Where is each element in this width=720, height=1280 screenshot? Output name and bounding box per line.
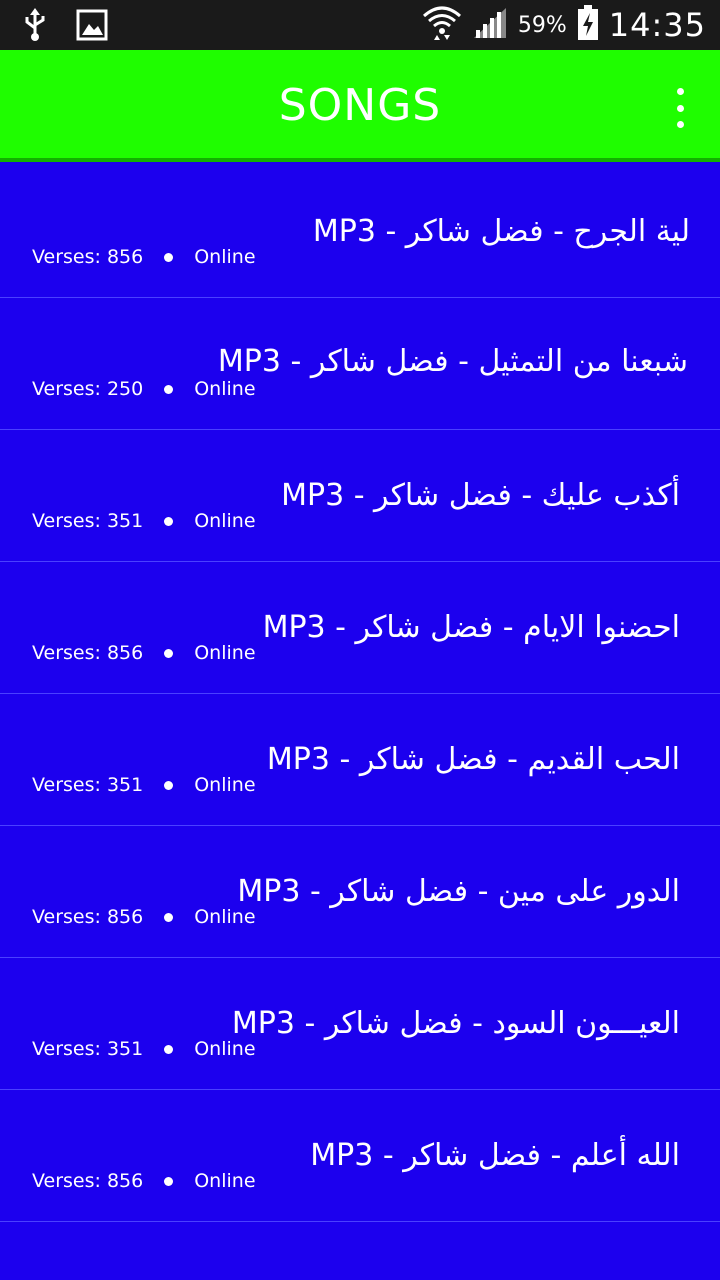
list-item[interactable]: لية الجرح - فضل شاكر - MP3 Verses: 856 O… <box>0 166 720 298</box>
status-label: Online <box>194 1170 256 1192</box>
verses-count: Verses: 250 <box>32 378 144 400</box>
status-label: Online <box>194 246 256 268</box>
overflow-menu-icon[interactable] <box>670 88 690 128</box>
song-meta: Verses: 351 Online <box>32 510 256 532</box>
status-label: Online <box>194 642 256 664</box>
verses-count: Verses: 351 <box>32 1038 144 1060</box>
song-meta: Verses: 250 Online <box>32 378 256 400</box>
song-title: شبعنا من التمثيل - فضل شاكر - MP3 <box>217 344 688 379</box>
song-title: احضنوا الايام - فضل شاكر - MP3 <box>262 610 680 645</box>
song-meta: Verses: 856 Online <box>32 906 256 928</box>
separator-dot <box>164 516 174 526</box>
verses-count: Verses: 351 <box>32 510 144 532</box>
app-bar: SONGS <box>0 50 720 162</box>
song-meta: Verses: 351 Online <box>32 774 256 796</box>
list-item[interactable]: الله أعلم - فضل شاكر - MP3 Verses: 856 O… <box>0 1090 720 1222</box>
verses-count: Verses: 856 <box>32 906 144 928</box>
song-list: لية الجرح - فضل شاكر - MP3 Verses: 856 O… <box>0 166 720 1222</box>
list-item[interactable]: احضنوا الايام - فضل شاكر - MP3 Verses: 8… <box>0 562 720 694</box>
song-meta: Verses: 351 Online <box>32 1038 256 1060</box>
verses-count: Verses: 856 <box>32 246 144 268</box>
status-label: Online <box>194 510 256 532</box>
song-meta: Verses: 856 Online <box>32 1170 256 1192</box>
separator-dot <box>164 1044 174 1054</box>
separator-dot <box>164 252 174 262</box>
wifi-icon <box>422 4 462 46</box>
separator-dot <box>164 780 174 790</box>
separator-dot <box>164 648 174 658</box>
status-label: Online <box>194 774 256 796</box>
separator-dot <box>164 1176 174 1186</box>
song-meta: Verses: 856 Online <box>32 642 256 664</box>
song-meta: Verses: 856 Online <box>32 246 256 268</box>
verses-count: Verses: 856 <box>32 1170 144 1192</box>
usb-icon <box>22 8 48 46</box>
page-title: SONGS <box>278 80 442 131</box>
list-item[interactable]: أكذب عليك - فضل شاكر - MP3 Verses: 351 O… <box>0 430 720 562</box>
list-item[interactable]: شبعنا من التمثيل - فضل شاكر - MP3 Verses… <box>0 298 720 430</box>
song-title: لية الجرح - فضل شاكر - MP3 <box>312 214 690 249</box>
battery-percent: 59% <box>517 12 567 38</box>
song-title: أكذب عليك - فضل شاكر - MP3 <box>281 478 680 513</box>
song-title: الله أعلم - فضل شاكر - MP3 <box>310 1138 680 1173</box>
status-label: Online <box>194 906 256 928</box>
separator-dot <box>164 912 174 922</box>
status-bar: 59% 14:35 <box>0 0 720 50</box>
list-item[interactable]: العيـــون السود - فضل شاكر - MP3 Verses:… <box>0 958 720 1090</box>
signal-icon <box>472 6 508 44</box>
status-label: Online <box>194 1038 256 1060</box>
verses-count: Verses: 351 <box>32 774 144 796</box>
song-title: الحب القديم - فضل شاكر - MP3 <box>266 742 680 777</box>
status-label: Online <box>194 378 256 400</box>
battery-icon <box>577 5 599 45</box>
song-title: العيـــون السود - فضل شاكر - MP3 <box>231 1006 680 1041</box>
verses-count: Verses: 856 <box>32 642 144 664</box>
separator-dot <box>164 384 174 394</box>
clock: 14:35 <box>608 6 706 44</box>
song-title: الدور على مين - فضل شاكر - MP3 <box>237 874 680 909</box>
image-icon <box>76 9 108 45</box>
list-item[interactable]: الدور على مين - فضل شاكر - MP3 Verses: 8… <box>0 826 720 958</box>
list-item[interactable]: الحب القديم - فضل شاكر - MP3 Verses: 351… <box>0 694 720 826</box>
